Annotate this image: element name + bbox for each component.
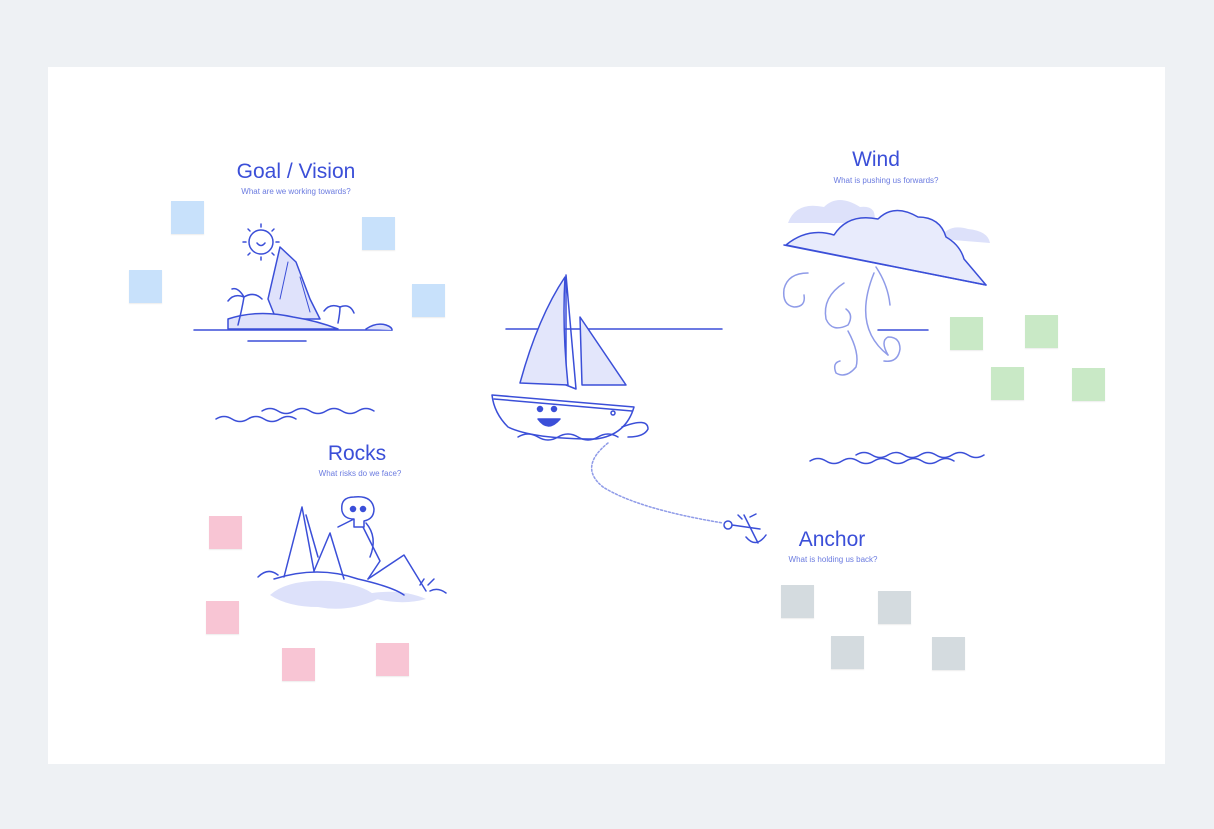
sailboat-icon	[491, 274, 649, 441]
whiteboard-canvas[interactable]: Goal / Vision What are we working toward…	[48, 67, 1165, 764]
cloud-wind-icon	[782, 200, 990, 376]
wave-icon	[215, 407, 375, 423]
retro-illustrations	[193, 200, 990, 609]
island-icon	[193, 246, 393, 342]
rocks-skull-icon	[257, 496, 447, 609]
anchor-icon	[723, 513, 767, 544]
sun-icon	[242, 223, 280, 261]
anchor-rope	[591, 442, 724, 524]
wave-icon-right	[809, 451, 985, 465]
